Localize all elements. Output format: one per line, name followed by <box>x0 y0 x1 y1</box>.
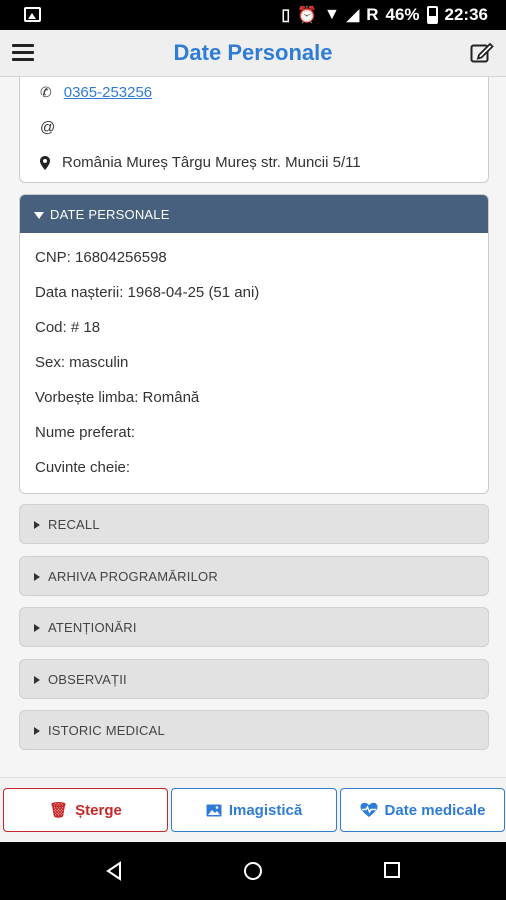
section-warnings[interactable]: ATENȚIONĂRI <box>19 607 489 647</box>
caret-down-icon <box>34 212 44 219</box>
caret-right-icon <box>34 676 40 684</box>
network-label: R <box>366 5 379 24</box>
recents-icon[interactable] <box>383 861 401 879</box>
caret-right-icon <box>34 521 40 529</box>
vibrate-icon: ▯ <box>281 7 291 24</box>
home-icon[interactable] <box>243 861 263 881</box>
delete-button-label: Șterge <box>75 801 122 819</box>
section-warnings-label: ATENȚIONĂRI <box>48 620 137 635</box>
field-preferred-name: Nume preferat: <box>35 424 136 441</box>
page-title: Date Personale <box>173 40 333 65</box>
email-icon: @ <box>40 119 56 136</box>
battery-percent: 46% <box>385 5 420 24</box>
wifi-icon: ▼ <box>324 6 340 23</box>
personal-data-header[interactable]: DATE PERSONALE <box>20 195 488 233</box>
signal-icon: ◢ <box>346 7 360 24</box>
section-appointments-label: ARHIVA PROGRAMĂRILOR <box>48 569 218 584</box>
field-language: Vorbește limba: Română <box>35 389 200 406</box>
caret-right-icon <box>34 573 40 581</box>
status-bar: ▯ ⏰ ▼ ◢ R 46% 22:36 <box>0 0 506 30</box>
image-icon <box>206 804 222 816</box>
field-code: Cod: # 18 <box>35 319 101 336</box>
section-observations[interactable]: OBSERVAȚII <box>19 659 489 699</box>
caret-right-icon <box>34 727 40 735</box>
contact-card: ✆ 0365-253256 @ România Mureș Târgu Mure… <box>19 77 489 183</box>
imaging-button[interactable]: Imagistică <box>171 788 337 832</box>
section-medical-history-label: ISTORIC MEDICAL <box>48 723 165 738</box>
edit-icon[interactable] <box>470 42 494 64</box>
phone-icon: ✆ <box>40 84 52 100</box>
clock: 22:36 <box>444 5 488 24</box>
field-birth-date: Data nașterii: 1968-04-25 (51 ani) <box>35 284 260 301</box>
section-observations-label: OBSERVAȚII <box>48 672 127 687</box>
section-appointments-archive[interactable]: ARHIVA PROGRAMĂRILOR <box>19 556 489 596</box>
field-cnp: CNP: 16804256598 <box>35 249 167 266</box>
personal-data-panel: DATE PERSONALE CNP: 16804256598 Data naș… <box>19 194 489 494</box>
back-icon[interactable] <box>104 861 124 881</box>
medical-data-button[interactable]: Date medicale <box>340 788 505 832</box>
section-recall-label: RECALL <box>48 517 100 532</box>
imaging-button-label: Imagistică <box>228 801 303 819</box>
address-text: România Mureș Târgu Mureș str. Muncii 5/… <box>62 154 361 171</box>
system-nav-bar <box>0 842 506 900</box>
heart-pulse-icon <box>360 802 378 817</box>
personal-data-title: DATE PERSONALE <box>50 207 170 222</box>
trash-icon: 🗑 <box>49 802 69 819</box>
action-bar: 🗑 Șterge Imagistică Date medicale <box>0 777 506 842</box>
field-keywords: Cuvinte cheie: <box>35 459 131 476</box>
field-sex: Sex: masculin <box>35 354 129 371</box>
medical-data-button-label: Date medicale <box>384 801 486 819</box>
location-pin-icon <box>40 155 50 170</box>
caret-right-icon <box>34 624 40 632</box>
section-medical-history[interactable]: ISTORIC MEDICAL <box>19 710 489 750</box>
content-area[interactable]: ✆ 0365-253256 @ România Mureș Târgu Mure… <box>0 77 506 777</box>
gallery-notification-icon <box>24 7 41 22</box>
battery-icon <box>426 6 438 24</box>
alarm-icon: ⏰ <box>297 7 318 24</box>
delete-button[interactable]: 🗑 Șterge <box>3 788 168 832</box>
phone-link[interactable]: 0365-253256 <box>64 84 152 101</box>
app-bar: Date Personale <box>0 30 506 77</box>
section-recall[interactable]: RECALL <box>19 504 489 544</box>
